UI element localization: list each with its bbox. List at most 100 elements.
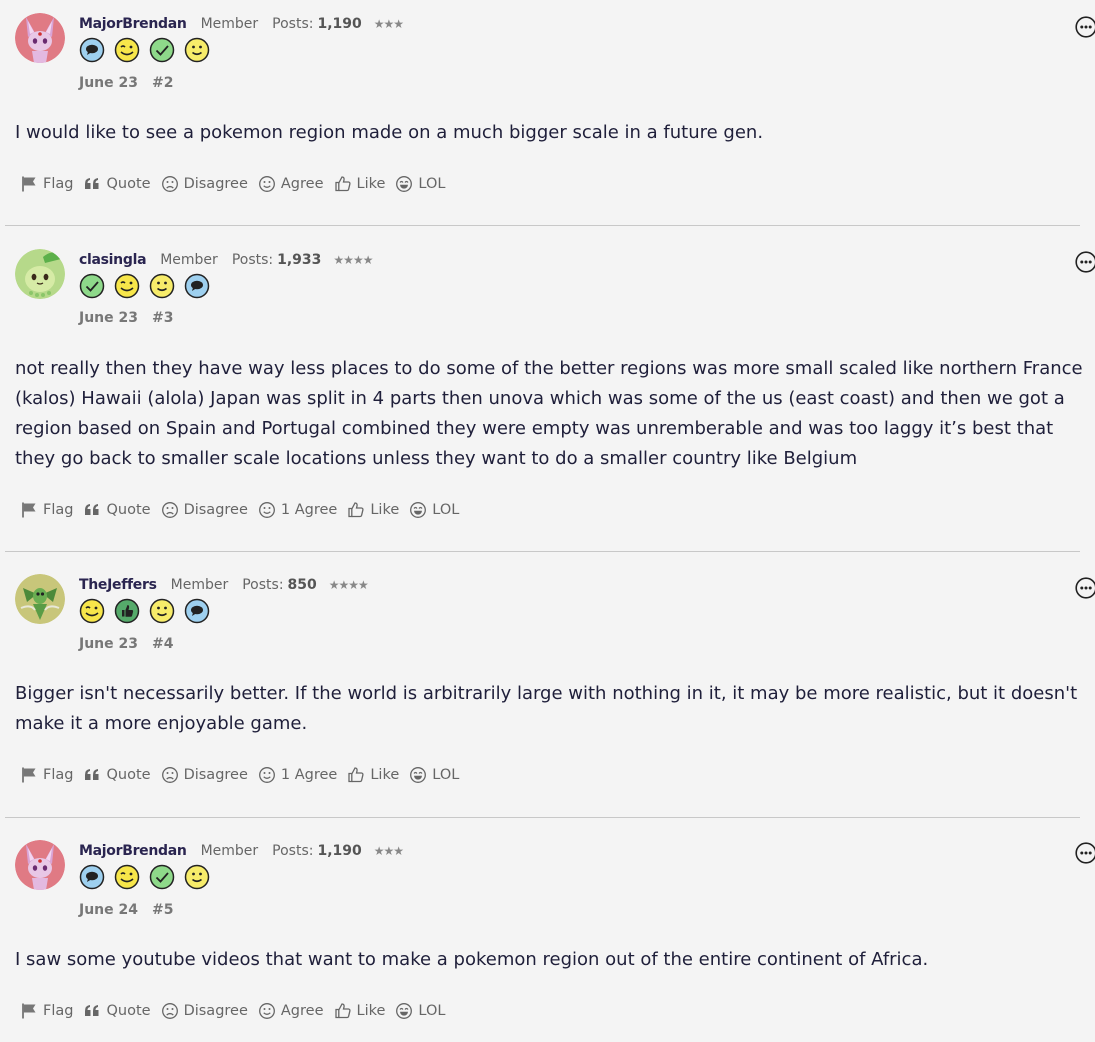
post-dateline: June 23 #3 [79,310,173,326]
avatar[interactable] [15,249,65,299]
username-link[interactable]: TheJeffers [79,577,157,593]
flag-button[interactable]: Flag [20,501,73,519]
posts-count: 1,190 [317,843,362,859]
post-body: Bigger isn't necessarily better. If the … [15,683,1078,734]
like-button[interactable]: Like [347,501,399,519]
disagree-button[interactable]: Disagree [161,1002,248,1020]
more-options-icon[interactable] [1075,16,1095,38]
like-button[interactable]: Like [334,1002,385,1020]
flag-icon [20,175,38,193]
posts-label: Posts: [242,577,284,593]
post-date[interactable]: June 23 [79,75,138,91]
post: clasingla Member Posts: 1,933 ★★★★ June … [0,226,1095,552]
quote-button[interactable]: Quote [83,175,151,193]
agree-label: 1 Agree [280,767,338,783]
check-icon[interactable] [149,864,175,890]
disagree-button[interactable]: Disagree [161,175,248,193]
post-date[interactable]: June 23 [79,310,138,326]
post-body: I would like to see a pokemon region mad… [15,122,764,143]
flag-button[interactable]: Flag [20,1002,73,1020]
check-icon[interactable] [79,273,105,299]
post-date[interactable]: June 23 [79,636,138,652]
wink-face-icon[interactable] [114,864,140,890]
smile-face-icon[interactable] [149,273,175,299]
post-number[interactable]: #2 [152,75,173,91]
speech-bubble-icon[interactable] [184,598,210,624]
post: TheJeffers Member Posts: 850 ★★★★ June 2… [0,552,1095,818]
thumbs-up-icon[interactable] [114,598,140,624]
quote-icon [83,1002,101,1020]
post-date[interactable]: June 24 [79,902,138,918]
agree-label: Agree [280,1003,324,1019]
agree-button[interactable]: 1 Agree [258,766,337,784]
like-button[interactable]: Like [334,175,385,193]
scyther-avatar [15,574,65,624]
wink-face-icon[interactable] [79,598,105,624]
thumbs-up-outline-icon [347,501,365,519]
trophy-badges [79,598,210,624]
lol-button[interactable]: LOL [395,1002,445,1020]
like-label: Like [370,767,400,783]
post-body: not really then they have way less place… [15,358,1083,469]
post-number[interactable]: #3 [152,310,173,326]
speech-bubble-icon[interactable] [79,864,105,890]
quote-label: Quote [106,502,151,518]
posts-label: Posts: [231,252,274,268]
smiley-icon [258,1002,276,1020]
agree-button[interactable]: Agree [258,175,324,193]
lol-button[interactable]: LOL [409,501,459,519]
laugh-icon [395,175,413,193]
lol-label: LOL [432,767,460,783]
wink-face-icon[interactable] [114,37,140,63]
trophy-badges [79,273,210,299]
avatar[interactable] [15,840,65,890]
disagree-button[interactable]: Disagree [161,766,248,784]
flag-button[interactable]: Flag [20,766,73,784]
quote-button[interactable]: Quote [83,1002,151,1020]
flag-button[interactable]: Flag [20,175,73,193]
smile-face-icon[interactable] [184,864,210,890]
speech-bubble-icon[interactable] [79,37,105,63]
speech-bubble-icon[interactable] [184,273,210,299]
wink-face-icon[interactable] [114,273,140,299]
flag-icon [20,501,38,519]
post-body: I saw some youtube videos that want to m… [15,949,929,970]
avatar[interactable] [15,13,65,63]
username-link[interactable]: MajorBrendan [79,843,187,859]
disagree-label: Disagree [183,767,248,783]
lol-button[interactable]: LOL [409,766,459,784]
espeon-avatar [15,840,65,890]
flag-label: Flag [43,1003,74,1019]
check-icon[interactable] [149,37,175,63]
user-role: Member [160,252,218,268]
frown-icon [161,766,179,784]
user-info: MajorBrendan Member Posts: 1,190 ★★★ [79,843,404,859]
more-options-icon[interactable] [1075,577,1095,599]
flag-icon [20,766,38,784]
post-number[interactable]: #4 [152,636,173,652]
post-dateline: June 24 #5 [79,902,173,918]
trophy-badges [79,37,210,63]
username-link[interactable]: clasingla [79,252,147,268]
username-link[interactable]: MajorBrendan [79,16,187,32]
quote-button[interactable]: Quote [83,766,151,784]
lol-label: LOL [432,502,460,518]
more-options-icon[interactable] [1075,251,1095,273]
agree-button[interactable]: Agree [258,1002,324,1020]
smiley-icon [258,501,276,519]
trophy-badges [79,864,210,890]
more-options-icon[interactable] [1075,842,1095,864]
quote-label: Quote [106,176,151,192]
agree-button[interactable]: 1 Agree [258,501,337,519]
lol-button[interactable]: LOL [395,175,445,193]
quote-button[interactable]: Quote [83,501,151,519]
avatar[interactable] [15,574,65,624]
posts-count: 1,190 [317,16,362,32]
smile-face-icon[interactable] [149,598,175,624]
disagree-button[interactable]: Disagree [161,501,248,519]
post-number[interactable]: #5 [152,902,173,918]
post-actions: Flag Quote Disagree 1 Agree Like LOL [20,501,469,519]
user-info: clasingla Member Posts: 1,933 ★★★★ [79,252,373,268]
smile-face-icon[interactable] [184,37,210,63]
like-button[interactable]: Like [347,766,399,784]
